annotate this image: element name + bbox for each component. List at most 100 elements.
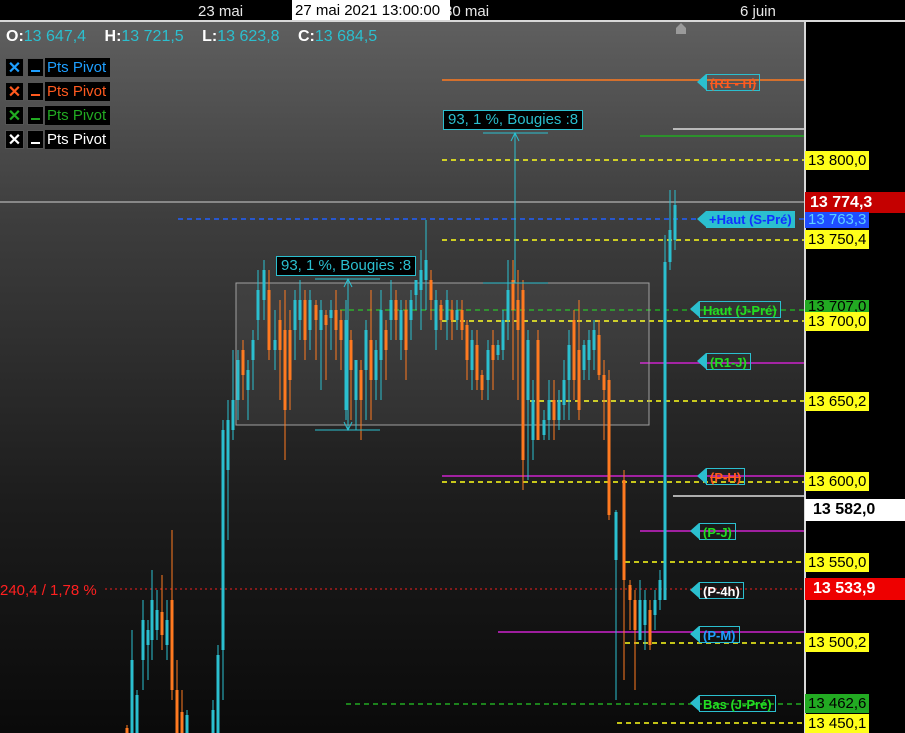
candle-body: [643, 600, 647, 625]
close-value: 13 684,5: [314, 28, 378, 45]
pivot-label-p-m[interactable]: (P-M): [699, 626, 740, 643]
candle-body: [445, 300, 449, 320]
price-level-label: 13 750,4: [805, 230, 870, 249]
candle-body: [334, 310, 338, 330]
chart-plot-area[interactable]: [0, 22, 804, 733]
candle-body: [552, 400, 556, 420]
pivot-label-p-4h[interactable]: (P-4h): [699, 582, 744, 599]
remove-indicator-icon[interactable]: ✕: [5, 106, 24, 125]
candle-body: [663, 262, 667, 600]
price-level-label: 13 800,0: [805, 151, 870, 170]
pivot-arrow-icon: [697, 211, 706, 227]
pivot-label-bas-j-pre[interactable]: Bas (J-Pré): [699, 695, 776, 712]
candle-body: [557, 400, 561, 420]
candle-body: [175, 690, 179, 733]
line-style-icon[interactable]: [27, 130, 44, 149]
remove-indicator-icon[interactable]: ✕: [5, 58, 24, 77]
legend-label[interactable]: Pts Pivot: [45, 130, 111, 149]
legend-label[interactable]: Pts Pivot: [45, 58, 111, 77]
candle-body: [273, 340, 277, 350]
measure-box: [235, 282, 650, 426]
pivot-arrow-icon: [697, 353, 706, 369]
pivot-label-p-j[interactable]: (P-J): [699, 523, 736, 540]
legend-pivot-white[interactable]: ✕ Pts Pivot: [5, 130, 111, 149]
pivot-label-haut-j-pre[interactable]: Haut (J-Pré): [699, 301, 781, 318]
pivot-label-r1-j[interactable]: (R1-J): [706, 353, 751, 370]
candle-body: [602, 375, 606, 390]
candle-body: [582, 345, 586, 370]
legend-pivot-green[interactable]: ✕ Pts Pivot: [5, 106, 111, 125]
candle-body: [547, 400, 551, 420]
candle-body: [170, 600, 174, 690]
candle-body: [460, 310, 464, 330]
candle-body: [465, 325, 469, 360]
candle-body: [439, 305, 443, 320]
candle-body: [165, 620, 169, 645]
candle-body: [251, 340, 255, 360]
candle-body: [480, 375, 484, 390]
pivot-label-r1-h[interactable]: (R1 - H): [706, 74, 761, 91]
line-style-icon[interactable]: [27, 82, 44, 101]
candle-body: [303, 300, 307, 340]
candle-body: [501, 320, 505, 350]
candle-body: [521, 290, 525, 460]
candle-body: [450, 310, 454, 320]
candle-body: [470, 340, 474, 370]
candle-body: [516, 300, 520, 330]
candle-body: [419, 270, 423, 290]
measure-label[interactable]: 93, 1 %, Bougies :8: [276, 256, 417, 276]
candle-body: [567, 345, 571, 380]
crosshair-price-label: 13 582,0: [805, 499, 905, 521]
candle-body: [531, 400, 535, 440]
candle-body: [150, 600, 154, 640]
date-label: 30 mai: [444, 3, 490, 20]
haut-s-pre-price-label: 13 763,3: [805, 212, 870, 228]
candle-body: [638, 600, 642, 640]
time-anchor-icon: [676, 23, 686, 34]
pivot-label-p-h[interactable]: (P-H): [706, 468, 746, 485]
candlestick-chart[interactable]: [0, 22, 804, 733]
line-style-icon[interactable]: [27, 58, 44, 77]
candle-body: [475, 345, 479, 380]
legend-label[interactable]: Pts Pivot: [45, 82, 111, 101]
candle-body: [130, 660, 134, 733]
candle-body: [486, 350, 490, 380]
candle-body: [256, 290, 260, 320]
candle-body: [349, 340, 353, 370]
legend-pivot-blue[interactable]: ✕ Pts Pivot: [5, 58, 111, 77]
candle-body: [231, 400, 235, 430]
legend-pivot-orange[interactable]: ✕ Pts Pivot: [5, 82, 111, 101]
remove-indicator-icon[interactable]: ✕: [5, 130, 24, 149]
candle-body: [155, 610, 159, 630]
candle-body: [673, 205, 677, 240]
candle-body: [374, 350, 378, 380]
candle-body: [399, 310, 403, 340]
pivot-label-haut-s-pre[interactable]: +Haut (S-Pré): [706, 211, 795, 228]
candle-body: [577, 350, 581, 410]
low-key: L:: [202, 28, 218, 45]
candle-body: [506, 290, 510, 320]
candle-body: [364, 330, 368, 370]
price-level-label: 13 550,0: [805, 553, 870, 572]
candle-body: [542, 420, 546, 435]
candle-body: [496, 345, 500, 355]
pivot-arrow-icon: [690, 582, 699, 598]
line-style-icon[interactable]: [27, 106, 44, 125]
date-label: 6 juin: [740, 3, 776, 20]
candle-body: [409, 300, 413, 320]
measure-label[interactable]: 93, 1 %, Bougies :8: [443, 110, 584, 130]
candle-body: [141, 620, 145, 660]
remove-indicator-icon[interactable]: ✕: [5, 82, 24, 101]
low-value: 13 623,8: [217, 28, 280, 45]
candle-body: [536, 340, 540, 440]
candle-body: [614, 512, 618, 560]
legend-label[interactable]: Pts Pivot: [45, 106, 111, 125]
bas-j-pre-price-label: 13 462,6: [805, 694, 870, 713]
candle-body: [455, 310, 459, 320]
candle-body: [278, 320, 282, 350]
candle-body: [653, 600, 657, 615]
candle-body: [314, 305, 318, 320]
candle-body: [607, 380, 611, 515]
time-axis[interactable]: 23 mai 30 mai 6 juin 27 mai 2021 13:00:0…: [0, 0, 905, 22]
price-axis[interactable]: [804, 22, 905, 733]
